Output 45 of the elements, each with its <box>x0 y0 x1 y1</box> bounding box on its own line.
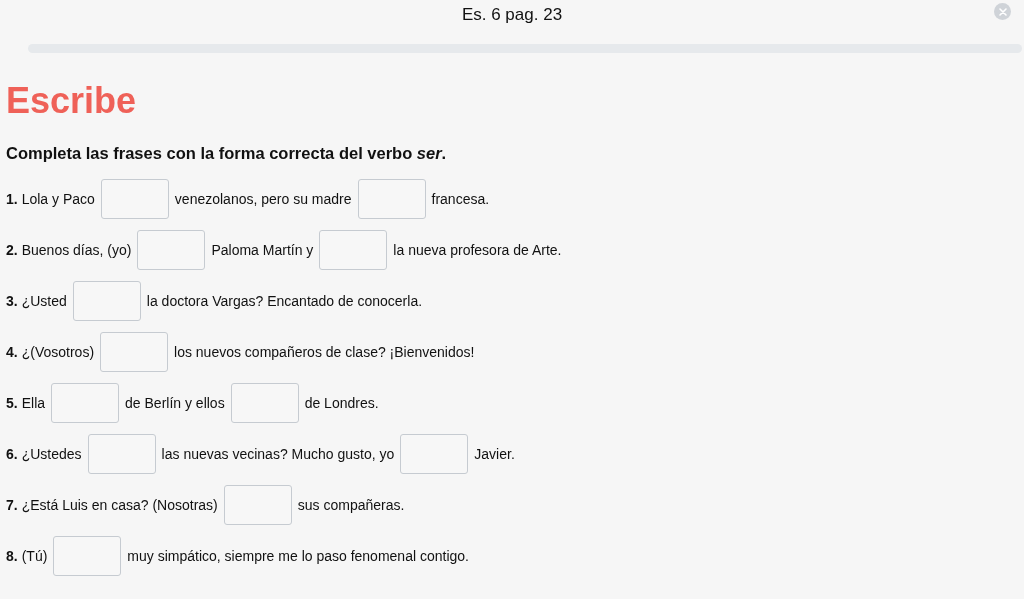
answer-field[interactable] <box>53 536 122 576</box>
sentence-text: francesa. <box>431 191 490 207</box>
sentence-text: de Londres. <box>304 395 379 411</box>
item-number: 3. <box>6 293 18 309</box>
sentence-text: Paloma Martín y <box>211 242 314 258</box>
answer-field[interactable] <box>87 434 156 474</box>
close-icon <box>997 6 1008 17</box>
sentence-text: la nueva profesora de Arte. <box>393 242 562 258</box>
item-number: 7. <box>6 497 18 513</box>
close-button[interactable] <box>994 3 1011 20</box>
item-number: 5. <box>6 395 18 411</box>
answer-field[interactable] <box>100 332 169 372</box>
sentence-text: ¿Usted <box>21 293 67 309</box>
sentence-text: sus compañeras. <box>297 497 405 513</box>
sentence-text: la doctora Vargas? Encantado de conocerla. <box>146 293 423 309</box>
answer-field[interactable] <box>223 485 292 525</box>
sentence-text: de Berlín y ellos <box>125 395 225 411</box>
answer-field[interactable] <box>400 434 469 474</box>
item-number: 2. <box>6 242 18 258</box>
page-title: Es. 6 pag. 23 <box>461 5 563 25</box>
sentence-text: venezolanos, pero su madre <box>174 191 352 207</box>
answer-field[interactable] <box>51 383 120 423</box>
sentence-text: los nuevos compañeros de clase? ¡Bienvenidos! <box>174 344 475 360</box>
answer-field[interactable] <box>137 230 206 270</box>
sentence-text: muy simpático, siempre me lo paso fenomenal contigo. <box>127 548 469 564</box>
section-heading: Escribe <box>6 83 138 119</box>
item-number: 1. <box>6 191 18 207</box>
sentence-text: ¿Está Luis en casa? (Nosotras) <box>21 497 218 513</box>
answer-field[interactable] <box>319 230 388 270</box>
answer-field[interactable] <box>357 179 426 219</box>
answer-field[interactable] <box>72 281 141 321</box>
sentence-text: Buenos días, (yo) <box>21 242 132 258</box>
sentence-text: Ella <box>21 395 46 411</box>
sentence-text: ¿(Vosotros) <box>21 344 95 360</box>
sentence-text: las nuevas vecinas? Mucho gusto, yo <box>161 446 395 462</box>
instruction-text: Completa las frases con la forma correcta del verbo ser. <box>6 144 448 163</box>
answer-field[interactable] <box>230 383 299 423</box>
sentence-text: (Tú) <box>21 548 48 564</box>
sentence-text: ¿Ustedes <box>21 446 82 462</box>
answer-field[interactable] <box>100 179 169 219</box>
item-number: 4. <box>6 344 18 360</box>
item-number: 6. <box>6 446 18 462</box>
sentence-text: Javier. <box>474 446 515 462</box>
sentence-text: Lola y Paco <box>21 191 95 207</box>
item-number: 8. <box>6 548 18 564</box>
